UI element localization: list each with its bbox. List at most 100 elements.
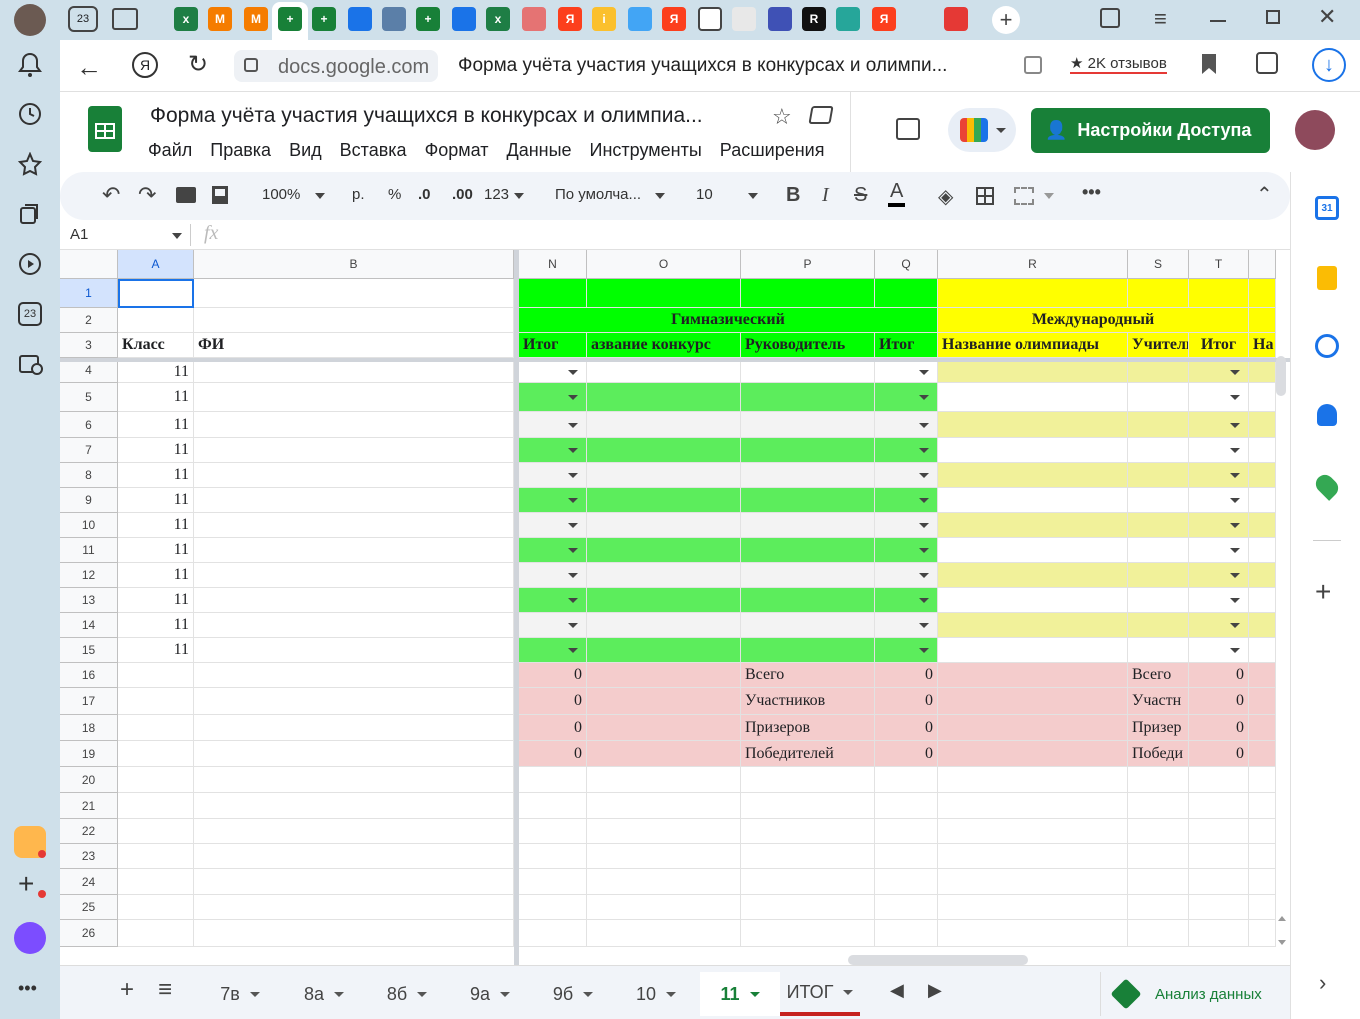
- row-header[interactable]: 11: [60, 538, 118, 563]
- column-header-p[interactable]: P: [741, 250, 875, 279]
- cell[interactable]: [194, 308, 514, 333]
- olympiad-name-cell[interactable]: [938, 412, 1128, 438]
- cell[interactable]: [1189, 793, 1249, 819]
- cell[interactable]: [1128, 895, 1189, 920]
- supervisor-cell[interactable]: [741, 438, 875, 463]
- menu-view[interactable]: Вид: [289, 140, 322, 161]
- screenshot-icon[interactable]: [18, 352, 44, 381]
- result-dropdown[interactable]: [1189, 383, 1249, 412]
- cell[interactable]: [938, 767, 1128, 793]
- name-cell[interactable]: [194, 513, 514, 538]
- cell[interactable]: [1249, 895, 1276, 920]
- cell[interactable]: [1128, 920, 1189, 947]
- olympiad-name-cell[interactable]: [938, 362, 1128, 383]
- column-header-s[interactable]: S: [1128, 250, 1189, 279]
- result-dropdown[interactable]: [1189, 638, 1249, 663]
- result-dropdown[interactable]: [519, 488, 587, 513]
- decrease-decimal-button[interactable]: .0: [418, 186, 431, 203]
- cell[interactable]: [1249, 513, 1276, 538]
- cell[interactable]: [587, 920, 741, 947]
- menu-edit[interactable]: Правка: [210, 140, 271, 161]
- row-header[interactable]: 1: [60, 279, 118, 308]
- cell[interactable]: [118, 688, 194, 715]
- result-dropdown[interactable]: [1189, 613, 1249, 638]
- sheets-logo-icon[interactable]: [88, 106, 122, 152]
- cell[interactable]: [118, 308, 194, 333]
- excel-tab-icon[interactable]: x: [174, 7, 198, 31]
- menu-format[interactable]: Формат: [425, 140, 489, 161]
- result-dropdown[interactable]: [875, 588, 938, 613]
- supervisor-cell[interactable]: [741, 588, 875, 613]
- info-tab-icon[interactable]: i: [592, 7, 616, 31]
- olympiad-name-cell[interactable]: [938, 513, 1128, 538]
- row-header[interactable]: 3: [60, 333, 118, 358]
- play-icon[interactable]: [18, 252, 42, 281]
- cell[interactable]: [1189, 920, 1249, 947]
- cell[interactable]: [519, 920, 587, 947]
- all-sheets-icon[interactable]: ≡: [158, 976, 172, 1004]
- increase-decimal-button[interactable]: .00: [452, 186, 473, 203]
- cell[interactable]: [1249, 869, 1276, 895]
- row-header[interactable]: 9: [60, 488, 118, 513]
- name-cell[interactable]: [194, 412, 514, 438]
- sheet-tab-10[interactable]: 10: [616, 972, 696, 1016]
- result-dropdown[interactable]: [875, 538, 938, 563]
- column-header-t[interactable]: T: [1189, 250, 1249, 279]
- user-avatar[interactable]: [1295, 110, 1335, 150]
- star-icon[interactable]: ☆: [772, 104, 792, 130]
- row-header[interactable]: 7: [60, 438, 118, 463]
- result-dropdown[interactable]: [875, 488, 938, 513]
- name-cell[interactable]: [194, 563, 514, 588]
- column-header-u[interactable]: [1249, 250, 1276, 279]
- cell[interactable]: [1128, 869, 1189, 895]
- horizontal-scrollbar[interactable]: [848, 955, 1028, 965]
- teacher-cell[interactable]: [1128, 563, 1189, 588]
- teacher-cell[interactable]: [1128, 383, 1189, 412]
- cell[interactable]: [741, 767, 875, 793]
- new-tab-button[interactable]: +: [992, 6, 1020, 34]
- calendar-icon[interactable]: 23: [18, 302, 42, 326]
- result-dropdown[interactable]: [519, 638, 587, 663]
- menu-icon[interactable]: ≡: [1154, 6, 1167, 32]
- supervisor-cell[interactable]: [741, 488, 875, 513]
- teacher-cell[interactable]: [1128, 588, 1189, 613]
- bold-icon[interactable]: B: [786, 184, 800, 207]
- cell[interactable]: [194, 715, 514, 741]
- url-field[interactable]: docs.google.com: [234, 50, 438, 82]
- supervisor-cell[interactable]: [741, 362, 875, 383]
- contest-name-cell[interactable]: [587, 538, 741, 563]
- row-header[interactable]: 2: [60, 308, 118, 333]
- contacts-icon[interactable]: [1317, 404, 1337, 426]
- history-icon[interactable]: [18, 102, 42, 131]
- result-dropdown[interactable]: [519, 513, 587, 538]
- cell[interactable]: [194, 819, 514, 844]
- name-cell[interactable]: [194, 438, 514, 463]
- download-icon[interactable]: ↓: [1312, 48, 1346, 82]
- reload-icon[interactable]: ↻: [188, 50, 208, 79]
- maps-icon[interactable]: [1312, 471, 1342, 501]
- result-dropdown[interactable]: [1189, 463, 1249, 488]
- fill-color-icon[interactable]: ◈: [938, 184, 953, 209]
- yandex-tab-icon[interactable]: Я: [662, 7, 686, 31]
- cell[interactable]: [1249, 538, 1276, 563]
- row-header[interactable]: 10: [60, 513, 118, 538]
- cell[interactable]: [875, 819, 938, 844]
- drop-tab-icon[interactable]: [628, 7, 652, 31]
- cell[interactable]: [194, 793, 514, 819]
- olympiad-name-cell[interactable]: [938, 463, 1128, 488]
- cell[interactable]: [1189, 819, 1249, 844]
- document-tab-icon[interactable]: [698, 7, 722, 31]
- text-color-icon[interactable]: A: [888, 180, 906, 207]
- header-a[interactable]: Класс: [118, 333, 194, 358]
- result-dropdown[interactable]: [1189, 488, 1249, 513]
- contest-name-cell[interactable]: [587, 488, 741, 513]
- name-cell[interactable]: [194, 613, 514, 638]
- cell[interactable]: [938, 895, 1128, 920]
- row-header[interactable]: 20: [60, 767, 118, 793]
- cell[interactable]: [194, 920, 514, 947]
- row-header[interactable]: 16: [60, 663, 118, 688]
- cell[interactable]: [1128, 767, 1189, 793]
- chevron-down-icon[interactable]: [417, 991, 428, 997]
- column-header-q[interactable]: Q: [875, 250, 938, 279]
- cell[interactable]: [587, 869, 741, 895]
